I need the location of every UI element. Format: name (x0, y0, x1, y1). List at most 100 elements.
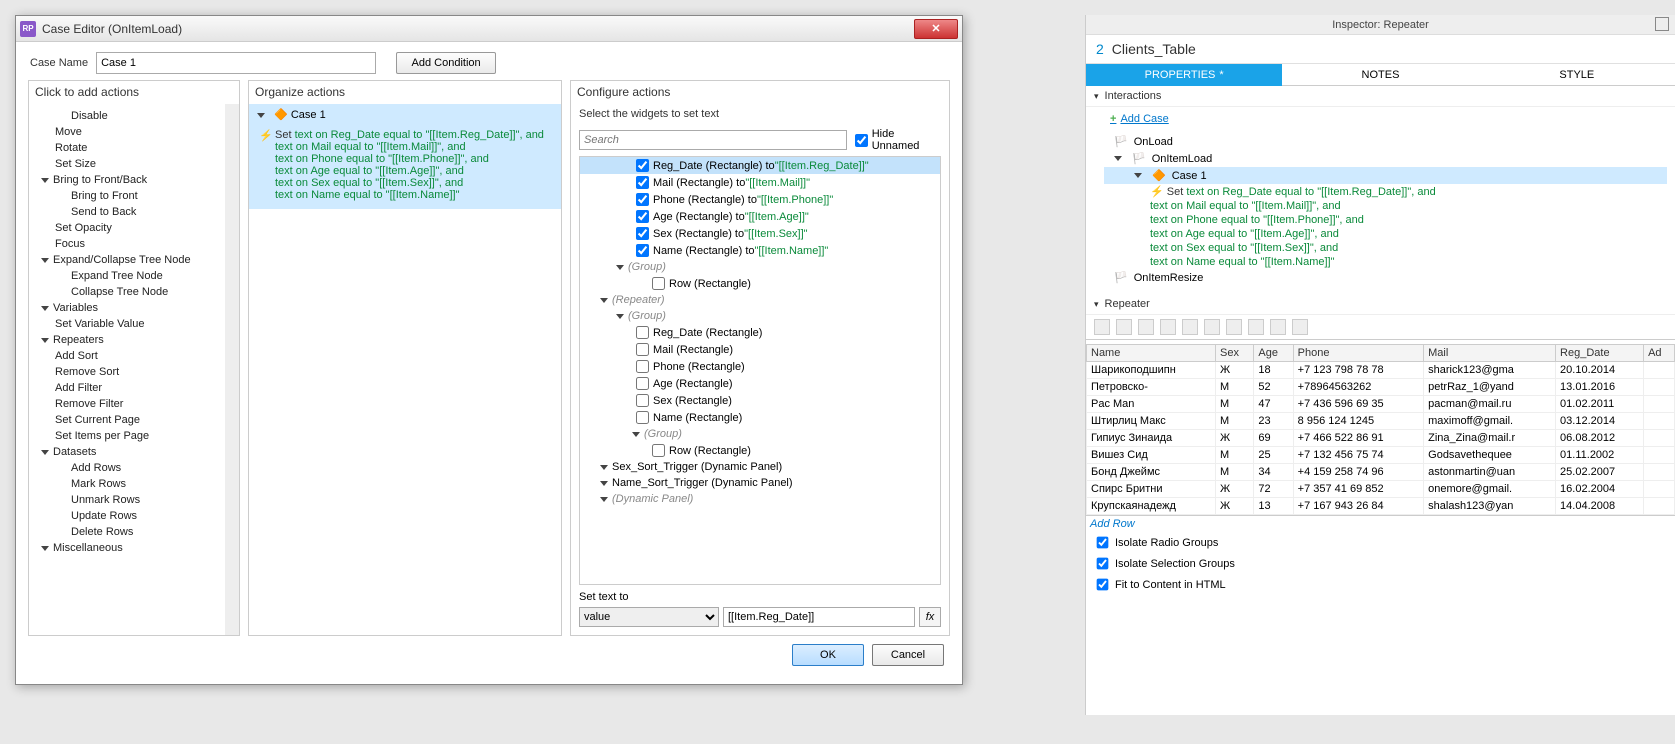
action-item[interactable]: Set Size (29, 156, 239, 172)
widget-row[interactable]: Age (Rectangle) (580, 375, 940, 392)
action-item[interactable]: Rotate (29, 140, 239, 156)
widget-row[interactable]: Age (Rectangle) to "[[Item.Age]]" (580, 208, 940, 225)
tool-icon[interactable] (1160, 319, 1176, 335)
tool-icon[interactable] (1094, 319, 1110, 335)
table-row[interactable]: Бонд ДжеймсМ34+4 159 258 74 96astonmarti… (1087, 464, 1675, 481)
table-row[interactable]: Штирлиц МаксМ238 956 124 1245maximoff@gm… (1087, 413, 1675, 430)
action-item[interactable]: Delete Rows (29, 524, 239, 540)
widget-row[interactable]: Name (Rectangle) to "[[Item.Name]]" (580, 242, 940, 259)
ok-button[interactable]: OK (792, 644, 864, 666)
action-item[interactable]: Unmark Rows (29, 492, 239, 508)
widget-row[interactable]: Row (Rectangle) (580, 442, 940, 459)
titlebar[interactable]: RP Case Editor (OnItemLoad) ✕ (16, 16, 962, 42)
tab-notes[interactable]: NOTES (1282, 64, 1478, 86)
action-group[interactable]: Repeaters (29, 332, 239, 348)
add-row-link[interactable]: Add Row (1086, 516, 1675, 532)
document-icon[interactable] (1655, 17, 1669, 31)
tool-icon[interactable] (1182, 319, 1198, 335)
action-item[interactable]: Expand Tree Node (29, 268, 239, 284)
widget-row[interactable]: (Group) (580, 308, 940, 324)
organize-case-row[interactable]: 🔶 Case 1 (249, 104, 561, 125)
action-item[interactable]: Set Opacity (29, 220, 239, 236)
table-header[interactable]: Name (1087, 345, 1216, 362)
action-item[interactable]: Add Rows (29, 460, 239, 476)
widget-row[interactable]: Phone (Rectangle) (580, 358, 940, 375)
action-item[interactable]: Send to Back (29, 204, 239, 220)
action-group[interactable]: Variables (29, 300, 239, 316)
tab-style[interactable]: STYLE (1479, 64, 1675, 86)
widget-row[interactable]: Name (Rectangle) (580, 409, 940, 426)
widget-row[interactable]: Phone (Rectangle) to "[[Item.Phone]]" (580, 191, 940, 208)
fx-button[interactable]: fx (919, 607, 941, 627)
tool-icon[interactable] (1204, 319, 1220, 335)
table-row[interactable]: Вишез СидМ25+7 132 456 75 74Godsavethequ… (1087, 447, 1675, 464)
widget-row[interactable]: Sex (Rectangle) to "[[Item.Sex]]" (580, 225, 940, 242)
widget-row[interactable]: Sex_Sort_Trigger (Dynamic Panel) (580, 459, 940, 475)
table-header[interactable]: Sex (1215, 345, 1253, 362)
table-header[interactable]: Reg_Date (1556, 345, 1644, 362)
case-row[interactable]: 🔶Case 1 (1104, 167, 1667, 184)
close-button[interactable]: ✕ (914, 19, 958, 39)
section-repeater[interactable]: ▾Repeater (1086, 294, 1675, 315)
tool-icon[interactable] (1116, 319, 1132, 335)
action-item[interactable]: Remove Filter (29, 396, 239, 412)
widget-row[interactable]: Mail (Rectangle) (580, 341, 940, 358)
organize-action[interactable]: ⚡ Set text on Reg_Date equal to "[[Item.… (249, 125, 561, 209)
table-row[interactable]: КрупскаянадеждЖ13+7 167 943 26 84shalash… (1087, 498, 1675, 515)
tool-icon[interactable] (1138, 319, 1154, 335)
set-text-type-select[interactable]: value (579, 607, 719, 627)
table-row[interactable]: Спирс БритниЖ72+7 357 41 69 852onemore@g… (1087, 481, 1675, 498)
widget-row[interactable]: Mail (Rectangle) to "[[Item.Mail]]" (580, 174, 940, 191)
tab-properties[interactable]: PROPERTIES* (1086, 64, 1282, 86)
widget-name[interactable]: Clients_Table (1112, 41, 1196, 57)
action-group[interactable]: Miscellaneous (29, 540, 239, 556)
table-header[interactable]: Age (1254, 345, 1293, 362)
action-item[interactable]: Add Sort (29, 348, 239, 364)
action-item[interactable]: Disable (29, 108, 239, 124)
tool-icon[interactable] (1248, 319, 1264, 335)
widget-row[interactable]: Sex (Rectangle) (580, 392, 940, 409)
action-item[interactable]: Focus (29, 236, 239, 252)
event-onload[interactable]: 🏳️OnLoad (1102, 133, 1667, 150)
widget-row[interactable]: (Repeater) (580, 292, 940, 308)
table-row[interactable]: Петровско-М52+78964563262petrRaz_1@yand1… (1087, 379, 1675, 396)
widget-row[interactable]: (Dynamic Panel) (580, 491, 940, 507)
tool-icon[interactable] (1292, 319, 1308, 335)
case-name-input[interactable] (96, 52, 376, 74)
search-input[interactable] (579, 130, 847, 150)
table-row[interactable]: Pac ManМ47+7 436 596 69 35pacman@mail.ru… (1087, 396, 1675, 413)
action-item[interactable]: Move (29, 124, 239, 140)
widget-row[interactable]: Reg_Date (Rectangle) (580, 324, 940, 341)
action-item[interactable]: Collapse Tree Node (29, 284, 239, 300)
table-header[interactable]: Ad (1644, 345, 1675, 362)
fit-html-checkbox[interactable]: Fit to Content in HTML (1086, 574, 1675, 595)
action-group[interactable]: Expand/Collapse Tree Node (29, 252, 239, 268)
table-row[interactable]: Гипиус ЗинаидаЖ69+7 466 522 86 91Zina_Zi… (1087, 430, 1675, 447)
table-row[interactable]: ШарикоподшипнЖ18+7 123 798 78 78sharick1… (1087, 362, 1675, 379)
table-header[interactable]: Mail (1424, 345, 1556, 362)
action-item[interactable]: Set Variable Value (29, 316, 239, 332)
hide-unnamed-checkbox[interactable]: Hide Unnamed (855, 128, 941, 152)
action-item[interactable]: Update Rows (29, 508, 239, 524)
widget-row[interactable]: (Group) (580, 426, 940, 442)
isolate-radio-checkbox[interactable]: Isolate Radio Groups (1086, 532, 1675, 553)
section-interactions[interactable]: ▾Interactions (1086, 86, 1675, 107)
action-item[interactable]: Bring to Front (29, 188, 239, 204)
tool-icon[interactable] (1226, 319, 1242, 335)
add-case-link[interactable]: +Add Case (1102, 111, 1667, 133)
action-item[interactable]: Remove Sort (29, 364, 239, 380)
event-onitemload[interactable]: 🏳️OnItemLoad (1102, 150, 1667, 167)
cancel-button[interactable]: Cancel (872, 644, 944, 666)
tool-icon[interactable] (1270, 319, 1286, 335)
widget-row[interactable]: Row (Rectangle) (580, 275, 940, 292)
action-item[interactable]: Mark Rows (29, 476, 239, 492)
widget-row[interactable]: Name_Sort_Trigger (Dynamic Panel) (580, 475, 940, 491)
widget-row[interactable]: (Group) (580, 259, 940, 275)
add-condition-button[interactable]: Add Condition (396, 52, 496, 74)
set-text-value-input[interactable] (723, 607, 915, 627)
repeater-table[interactable]: NameSexAgePhoneMailReg_DateAdШарикоподши… (1086, 339, 1675, 516)
action-block[interactable]: ⚡ Set text on Reg_Date equal to "[[Item.… (1102, 184, 1667, 269)
widget-row[interactable]: Reg_Date (Rectangle) to "[[Item.Reg_Date… (580, 157, 940, 174)
isolate-selection-checkbox[interactable]: Isolate Selection Groups (1086, 553, 1675, 574)
action-group[interactable]: Bring to Front/Back (29, 172, 239, 188)
